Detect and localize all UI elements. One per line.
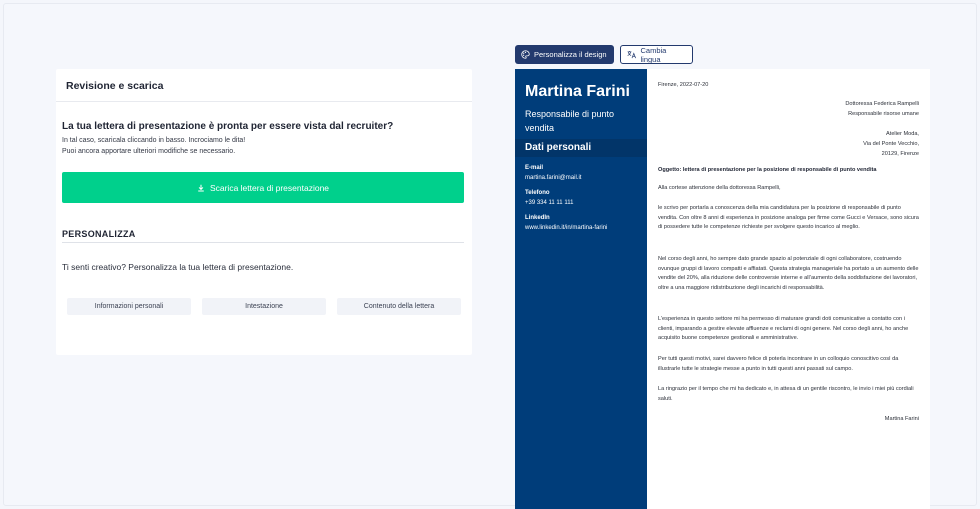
tab-header[interactable]: Intestazione <box>202 298 326 315</box>
letter-sidebar: Martina Farini Responsabile di punto ven… <box>515 69 647 509</box>
linkedin-value: www.linkedin.it/in/martina-farini <box>525 225 608 231</box>
change-language-label: Cambia lingua <box>640 45 667 64</box>
applicant-role: Responsabile di punto vendita <box>525 109 615 133</box>
customize-design-label: Personalizza il design <box>534 50 607 59</box>
download-button[interactable]: Scarica lettera di presentazione <box>62 172 464 203</box>
company-street: Via del Ponte Vecchio, <box>863 141 919 147</box>
panel-header: Revisione e scarica <box>56 69 472 102</box>
letter-signature: Martina Farini <box>884 416 919 422</box>
linkedin-label: LinkedIn <box>525 215 550 221</box>
phone-label: Telefono <box>525 190 550 196</box>
review-panel: Revisione e scarica La tua lettera di pr… <box>56 69 472 355</box>
ready-title: La tua lettera di presentazione è pronta… <box>62 121 394 132</box>
letter-paragraph-1: le scrivo per portarla a conoscenza dell… <box>658 205 919 231</box>
company-city: 20129, Firenze <box>881 151 919 157</box>
ready-line-2: Puoi ancora apportare ulteriori modifich… <box>62 148 236 155</box>
recipient-name: Dottoressa Federica Rampelli <box>845 101 919 107</box>
letter-paragraph-3: L’esperienza in questo settore mi ha per… <box>658 316 909 342</box>
customize-text: Ti senti creativo? Personalizza la tua l… <box>62 262 294 272</box>
email-label: E-mail <box>525 165 544 171</box>
letter-preview: Martina Farini Responsabile di punto ven… <box>515 69 930 509</box>
customize-title: PERSONALIZZA <box>62 229 464 243</box>
tab-letter-content[interactable]: Contenuto della lettera <box>337 298 461 315</box>
email-value: martina.farini@mail.it <box>525 175 582 181</box>
letter-date: Firenze, 2022-07-20 <box>658 82 709 88</box>
recipient-role: Responsabile risorse umane <box>848 111 919 117</box>
download-icon <box>198 184 204 192</box>
palette-icon <box>521 50 530 59</box>
download-label: Scarica lettera di presentazione <box>209 182 330 193</box>
tab-personal-info[interactable]: Informazioni personali <box>67 298 191 315</box>
customize-tabs: Informazioni personali Intestazione Cont… <box>67 298 461 315</box>
letter-paragraph-2: Nel corso degli anni, ho sempre dato gra… <box>658 256 919 291</box>
personal-data-title: Dati personali <box>515 139 647 157</box>
applicant-name: Martina Farini <box>525 83 630 100</box>
change-language-button[interactable]: Cambia lingua <box>620 45 693 64</box>
letter-subject: Oggetto: lettera di presentazione per la… <box>658 167 877 173</box>
letter-paragraph-4: Per tutti questi motivi, sarei davvero f… <box>658 356 899 372</box>
translate-icon <box>627 51 636 59</box>
company-name: Atelier Moda, <box>886 131 919 137</box>
ready-line-1: In tal caso, scaricala cliccando in bass… <box>62 137 246 144</box>
letter-paragraph-5: La ringrazio per il tempo che mi ha dedi… <box>658 386 914 402</box>
letter-greeting: Alla cortese attenzione della dottoressa… <box>658 185 781 191</box>
customize-design-button[interactable]: Personalizza il design <box>515 45 614 64</box>
phone-value: +39 334 11 11 111 <box>525 200 574 206</box>
ready-subtitle: In tal caso, scaricala cliccando in bass… <box>62 135 245 157</box>
